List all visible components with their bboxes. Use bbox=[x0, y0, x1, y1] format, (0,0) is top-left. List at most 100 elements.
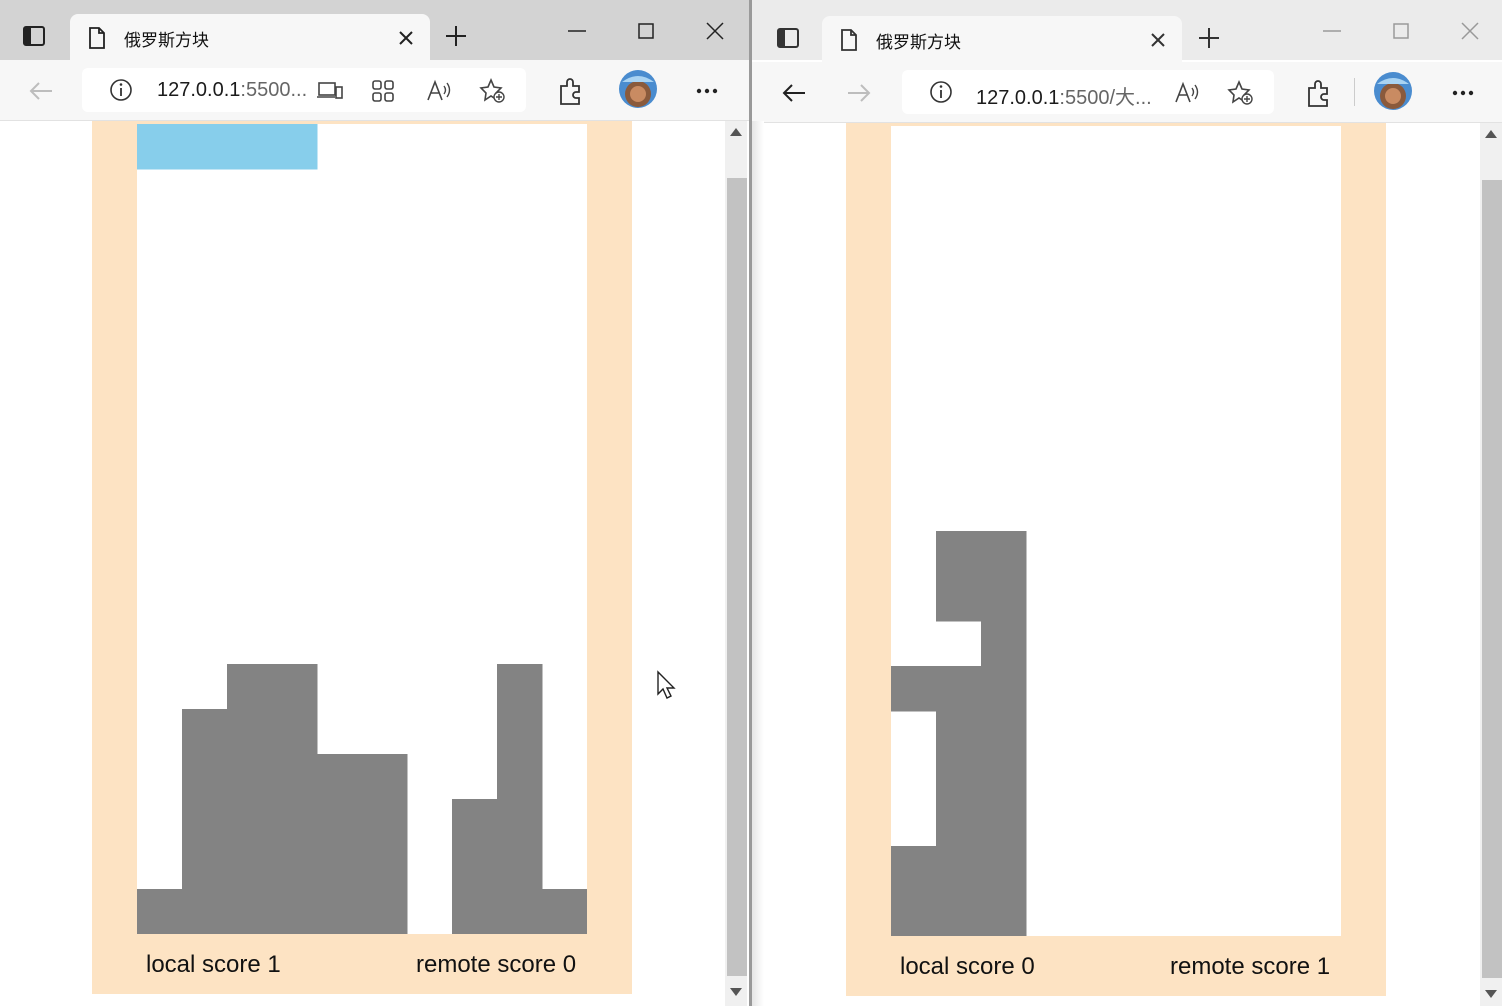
url-text[interactable]: 127.0.0.1:5500/大... bbox=[976, 81, 1152, 110]
board-grid bbox=[137, 124, 587, 934]
tab-active[interactable]: 俄罗斯方块 bbox=[70, 14, 430, 60]
add-favorite-icon[interactable] bbox=[1226, 79, 1254, 107]
address-bar[interactable]: 127.0.0.1:5500/大... bbox=[902, 70, 1274, 114]
close-icon[interactable] bbox=[1146, 28, 1170, 52]
locked-block bbox=[981, 846, 1027, 892]
extensions-icon[interactable] bbox=[1303, 78, 1333, 108]
tab-strip: 俄罗斯方块 bbox=[752, 0, 1502, 62]
locked-block bbox=[891, 666, 937, 712]
locked-block bbox=[317, 889, 363, 934]
locked-block bbox=[497, 799, 543, 845]
locked-block bbox=[272, 664, 318, 710]
extensions-icon[interactable] bbox=[555, 76, 585, 106]
locked-block bbox=[936, 711, 982, 757]
back-icon[interactable] bbox=[26, 76, 56, 106]
page-icon bbox=[841, 29, 857, 51]
mouse-cursor-icon bbox=[657, 670, 676, 699]
app-grid-icon[interactable] bbox=[370, 78, 396, 104]
local-score: local score 0 bbox=[900, 953, 1035, 980]
locked-block bbox=[137, 889, 183, 934]
url-host: 127.0.0.1 bbox=[157, 79, 241, 101]
page-content: local score 0 remote score 1 bbox=[752, 123, 1502, 1006]
maximize-icon[interactable] bbox=[631, 16, 661, 46]
sidebar-icon[interactable] bbox=[772, 24, 802, 52]
game-board bbox=[137, 124, 587, 934]
locked-block bbox=[272, 754, 318, 800]
tab-title: 俄罗斯方块 bbox=[876, 33, 961, 52]
locked-block bbox=[227, 709, 273, 755]
url-text[interactable]: 127.0.0.1:5500... bbox=[157, 79, 307, 102]
read-aloud-icon[interactable] bbox=[426, 78, 452, 104]
address-bar[interactable]: 127.0.0.1:5500... bbox=[82, 68, 526, 112]
locked-block bbox=[272, 889, 318, 934]
tab-active[interactable]: 俄罗斯方块 bbox=[822, 16, 1182, 62]
locked-block bbox=[497, 709, 543, 755]
locked-block bbox=[182, 844, 228, 890]
locked-block bbox=[227, 889, 273, 934]
minimize-icon[interactable] bbox=[1317, 16, 1347, 46]
profile-avatar[interactable] bbox=[619, 70, 657, 108]
minimize-icon[interactable] bbox=[562, 16, 592, 46]
scrollbar[interactable] bbox=[1480, 123, 1502, 1006]
locked-block bbox=[227, 664, 273, 710]
device-icon[interactable] bbox=[316, 79, 344, 103]
locked-block bbox=[936, 756, 982, 802]
sidebar-icon[interactable] bbox=[18, 22, 48, 50]
locked-block bbox=[981, 621, 1027, 667]
scroll-up-icon[interactable] bbox=[730, 128, 742, 136]
locked-block bbox=[227, 754, 273, 800]
game-frame: local score 1 remote score 0 bbox=[92, 121, 632, 994]
url-rest: :5500/大... bbox=[1059, 87, 1152, 109]
locked-block bbox=[981, 711, 1027, 757]
info-icon[interactable] bbox=[928, 79, 954, 105]
locked-block bbox=[272, 844, 318, 890]
window-edge-shadow bbox=[752, 121, 764, 1006]
new-tab-icon[interactable] bbox=[1195, 24, 1223, 52]
remote-score: remote score 1 bbox=[1170, 953, 1331, 980]
locked-block bbox=[182, 709, 228, 755]
browser-window-right: 俄罗斯方块 127.0.0.1:5500/大... local score 0 … bbox=[751, 0, 1502, 1006]
scroll-down-icon[interactable] bbox=[1485, 990, 1497, 998]
locked-block bbox=[936, 666, 982, 712]
more-icon[interactable] bbox=[1448, 78, 1478, 108]
page-content: local score 1 remote score 0 bbox=[0, 121, 749, 1006]
add-favorite-icon[interactable] bbox=[478, 77, 506, 105]
locked-block bbox=[452, 844, 498, 890]
game-frame: local score 0 remote score 1 bbox=[846, 123, 1386, 996]
locked-block bbox=[362, 844, 408, 890]
locked-block bbox=[981, 576, 1027, 622]
maximize-icon[interactable] bbox=[1386, 16, 1416, 46]
close-window-icon[interactable] bbox=[700, 16, 730, 46]
tab-title: 俄罗斯方块 bbox=[124, 31, 209, 50]
close-icon[interactable] bbox=[394, 26, 418, 50]
locked-block bbox=[362, 754, 408, 800]
new-tab-icon[interactable] bbox=[442, 22, 470, 50]
locked-block bbox=[182, 754, 228, 800]
locked-block bbox=[272, 709, 318, 755]
forward-icon[interactable] bbox=[844, 78, 874, 108]
close-window-icon[interactable] bbox=[1455, 16, 1485, 46]
back-icon[interactable] bbox=[779, 78, 809, 108]
scroll-thumb[interactable] bbox=[1482, 180, 1502, 978]
locked-block bbox=[497, 844, 543, 890]
scrollbar[interactable] bbox=[725, 121, 747, 1006]
locked-block bbox=[981, 756, 1027, 802]
locked-block bbox=[497, 664, 543, 710]
more-icon[interactable] bbox=[692, 76, 722, 106]
board-grid bbox=[891, 531, 1027, 936]
read-aloud-icon[interactable] bbox=[1174, 80, 1200, 106]
scroll-down-icon[interactable] bbox=[730, 988, 742, 996]
scroll-up-icon[interactable] bbox=[1485, 130, 1497, 138]
info-icon[interactable] bbox=[108, 77, 134, 103]
locked-block bbox=[317, 754, 363, 800]
locked-block bbox=[362, 889, 408, 934]
locked-block bbox=[182, 799, 228, 845]
locked-block bbox=[272, 799, 318, 845]
active-piece-block bbox=[137, 124, 183, 170]
locked-block bbox=[497, 889, 543, 934]
active-piece-block bbox=[182, 124, 228, 170]
scroll-thumb[interactable] bbox=[727, 178, 747, 976]
profile-avatar[interactable] bbox=[1374, 72, 1412, 110]
active-piece-block bbox=[272, 124, 318, 170]
locked-block bbox=[362, 799, 408, 845]
